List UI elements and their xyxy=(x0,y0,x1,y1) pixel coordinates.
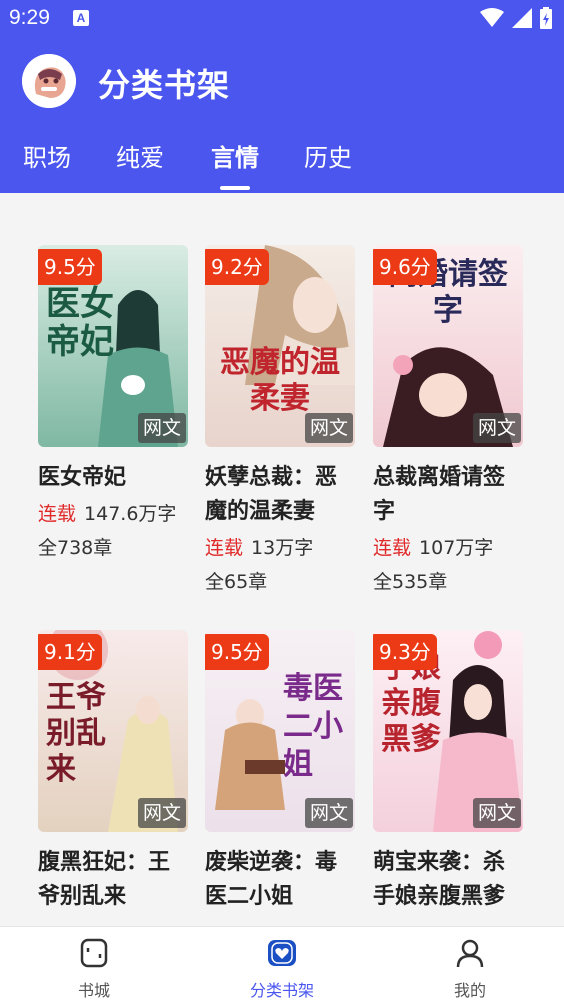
book-card[interactable]: 医女帝妃 9.5分 网文 医女帝妃 连载 147.6万字 全738章 xyxy=(38,245,188,565)
book-title: 萌宝来袭：杀手娘亲腹黑爹 xyxy=(373,850,506,909)
serial-status: 连载 xyxy=(373,537,412,559)
score-badge: 9.1分 xyxy=(38,634,102,670)
battery-icon xyxy=(540,7,552,29)
word-count: 147.6万字 xyxy=(84,503,177,525)
tab-yanqing[interactable]: 言情 xyxy=(211,138,259,173)
nav-profile[interactable]: 我的 xyxy=(410,927,530,1004)
cover-title-text: 王爷别乱来 xyxy=(46,680,106,787)
bookshelf-heart-icon xyxy=(268,940,296,966)
book-cover[interactable]: 毒医二小姐 9.5分 网文 xyxy=(205,630,355,832)
genre-tag: 网文 xyxy=(305,413,353,443)
status-icons xyxy=(480,7,552,29)
book-card[interactable]: 王爷别乱来 9.1分 网文 腹黑狂妃：王爷别乱来 xyxy=(38,630,188,914)
top-app-bar: 9:29 A 分类书架 职场 纯爱 言情 历史 xyxy=(0,0,564,193)
book-cover[interactable]: 医女帝妃 9.5分 网文 xyxy=(38,245,188,447)
book-cover[interactable]: 离婚请签字 9.6分 网文 xyxy=(373,245,523,447)
bookstore-icon xyxy=(80,938,108,968)
book-grid: 医女帝妃 9.5分 网文 医女帝妃 连载 147.6万字 全738章 恶魔的温柔妻… xyxy=(0,193,564,926)
app-logo-icon xyxy=(22,54,76,108)
page-title: 分类书架 xyxy=(98,66,231,104)
book-cover[interactable]: 手娘亲腹黑爹 9.3分 网文 xyxy=(373,630,523,832)
wifi-icon xyxy=(480,8,504,27)
genre-tag: 网文 xyxy=(138,413,186,443)
score-badge: 9.5分 xyxy=(38,249,102,285)
genre-tag: 网文 xyxy=(473,798,521,828)
genre-tag: 网文 xyxy=(305,798,353,828)
nav-label: 书城 xyxy=(77,981,110,1000)
nav-bookstore[interactable]: 书城 xyxy=(34,927,154,1004)
book-card[interactable]: 离婚请签字 9.6分 网文 总裁离婚请签字 连载 107万字 全535章 xyxy=(373,245,523,599)
genre-tag: 网文 xyxy=(473,413,521,443)
serial-status: 连载 xyxy=(205,537,244,559)
book-card[interactable]: 毒医二小姐 9.5分 网文 废柴逆袭：毒医二小姐 xyxy=(205,630,355,914)
score-badge: 9.2分 xyxy=(205,249,269,285)
book-meta: 连载 147.6万字 xyxy=(38,497,188,531)
chapter-count: 全65章 xyxy=(205,571,268,593)
book-title: 总裁离婚请签字 xyxy=(373,465,506,524)
active-tab-indicator xyxy=(220,186,250,190)
score-badge: 9.6分 xyxy=(373,249,437,285)
score-badge: 9.3分 xyxy=(373,634,437,670)
book-card[interactable]: 手娘亲腹黑爹 9.3分 网文 萌宝来袭：杀手娘亲腹黑爹 xyxy=(373,630,523,914)
cover-title-text: 恶魔的温柔妻 xyxy=(220,345,340,416)
chapter-count: 全738章 xyxy=(38,537,113,559)
chapter-count: 全535章 xyxy=(373,571,448,593)
book-title: 医女帝妃 xyxy=(38,465,127,490)
book-card[interactable]: 恶魔的温柔妻 9.2分 网文 妖孽总裁：恶魔的温柔妻 连载 13万字 全65章 xyxy=(205,245,355,599)
nav-label: 我的 xyxy=(453,981,486,1000)
book-title: 废柴逆袭：毒医二小姐 xyxy=(205,850,338,909)
tab-lishi[interactable]: 历史 xyxy=(304,138,352,173)
profile-icon xyxy=(456,939,484,968)
status-time: 9:29 xyxy=(9,6,50,29)
cover-title-text: 医女帝妃 xyxy=(46,284,114,362)
serial-status: 连载 xyxy=(38,503,77,525)
nav-label: 分类书架 xyxy=(249,981,314,1000)
tab-chunai[interactable]: 纯爱 xyxy=(116,138,164,173)
signal-icon xyxy=(512,8,532,28)
notification-a-icon: A xyxy=(73,10,89,26)
book-meta: 连载 13万字 xyxy=(205,531,355,565)
book-cover[interactable]: 王爷别乱来 9.1分 网文 xyxy=(38,630,188,832)
genre-tag: 网文 xyxy=(138,798,186,828)
book-meta: 连载 107万字 xyxy=(373,531,523,565)
title-row: 分类书架 xyxy=(0,46,564,116)
tab-zhichang[interactable]: 职场 xyxy=(23,138,71,173)
status-bar: 9:29 A xyxy=(0,0,564,36)
word-count: 107万字 xyxy=(419,537,494,559)
book-title: 妖孽总裁：恶魔的温柔妻 xyxy=(205,465,338,524)
score-badge: 9.5分 xyxy=(205,634,269,670)
bottom-navigation: 书城 分类书架 我的 xyxy=(0,926,564,1004)
book-title: 腹黑狂妃：王爷别乱来 xyxy=(38,850,171,909)
cover-title-text: 毒医二小姐 xyxy=(283,671,343,782)
nav-bookshelf[interactable]: 分类书架 xyxy=(222,927,342,1004)
book-cover[interactable]: 恶魔的温柔妻 9.2分 网文 xyxy=(205,245,355,447)
category-tabs: 职场 纯爱 言情 历史 xyxy=(0,138,564,193)
word-count: 13万字 xyxy=(251,537,314,559)
